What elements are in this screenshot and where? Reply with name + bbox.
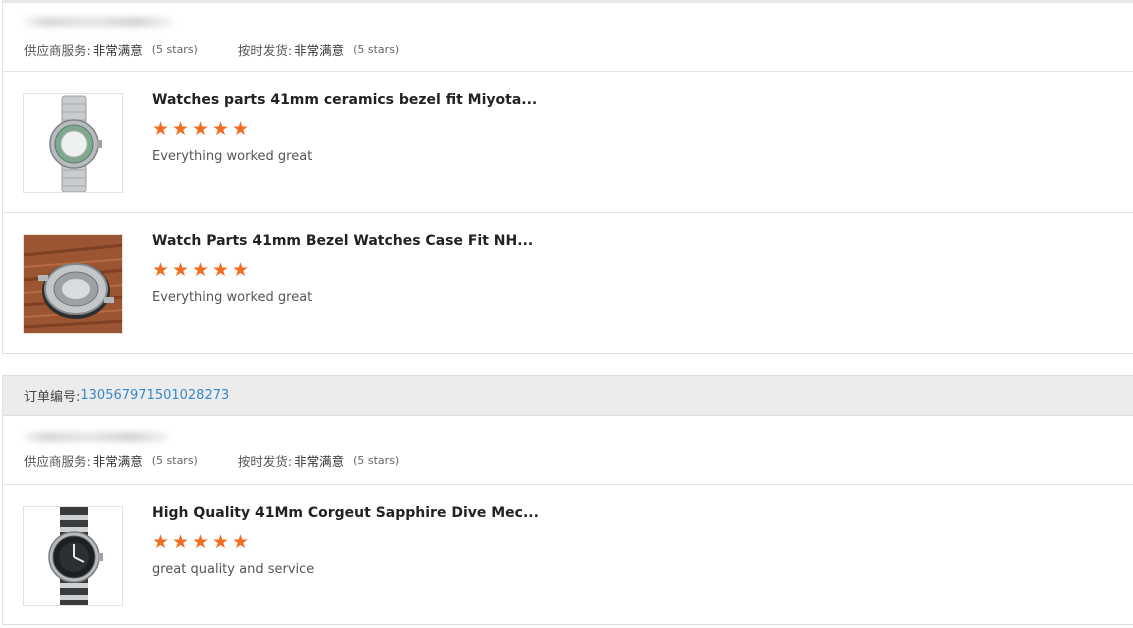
product-title-link[interactable]: High Quality 41Mm Corgeut Sapphire Dive … xyxy=(152,505,539,521)
star-icon: ★ xyxy=(171,259,190,281)
review-comment: great quality and service xyxy=(152,562,315,577)
order-block: 订单编号: 130567971501028273 供应商服务: 非常满意 (5 … xyxy=(2,375,1133,625)
star-icon: ★ xyxy=(151,118,170,140)
rating-stars: ★ ★ ★ ★ ★ xyxy=(151,533,250,552)
star-icon: ★ xyxy=(211,118,230,140)
watch-case-icon xyxy=(24,235,122,333)
order-block: 供应商服务: 非常满意 (5 stars) 按时发货: 非常满意 (5 star… xyxy=(2,0,1133,354)
product-thumbnail[interactable] xyxy=(23,93,123,193)
list-item: Watches parts 41mm ceramics bezel fit Mi… xyxy=(3,72,1133,212)
star-icon: ★ xyxy=(231,259,250,281)
star-icon: ★ xyxy=(211,531,230,553)
supplier-service-stars: (5 stars) xyxy=(151,453,198,467)
service-rating-row: 供应商服务: 非常满意 (5 stars) 按时发货: 非常满意 (5 star… xyxy=(24,450,399,470)
product-thumbnail[interactable] xyxy=(23,506,123,606)
star-icon: ★ xyxy=(191,531,210,553)
steel-watch-icon xyxy=(24,94,122,192)
shipping-label: 按时发货: xyxy=(237,453,293,469)
list-item: Watch Parts 41mm Bezel Watches Case Fit … xyxy=(3,213,1133,353)
shipping-label: 按时发货: xyxy=(237,42,293,58)
review-comment: Everything worked great xyxy=(152,149,313,164)
star-icon: ★ xyxy=(171,118,190,140)
shipping-value: 非常满意 xyxy=(294,42,345,58)
star-icon: ★ xyxy=(211,259,230,281)
nato-strap-watch-icon xyxy=(24,507,122,605)
star-icon: ★ xyxy=(151,259,170,281)
product-title-link[interactable]: Watches parts 41mm ceramics bezel fit Mi… xyxy=(152,92,537,108)
service-rating-row: 供应商服务: 非常满意 (5 stars) 按时发货: 非常满意 (5 star… xyxy=(24,39,399,59)
star-icon: ★ xyxy=(191,259,210,281)
supplier-service-label: 供应商服务: xyxy=(24,453,91,469)
shipping-stars: (5 stars) xyxy=(353,453,400,467)
blurred-buyer-name xyxy=(24,17,174,27)
list-item: High Quality 41Mm Corgeut Sapphire Dive … xyxy=(3,485,1133,625)
order-number-link[interactable]: 130567971501028273 xyxy=(80,388,229,403)
review-comment: Everything worked great xyxy=(152,290,313,305)
shipping-value: 非常满意 xyxy=(294,453,345,469)
order-header: 订单编号: 130567971501028273 xyxy=(3,376,1133,416)
supplier-service-value: 非常满意 xyxy=(92,453,143,469)
product-title-link[interactable]: Watch Parts 41mm Bezel Watches Case Fit … xyxy=(152,233,533,249)
shipping-stars: (5 stars) xyxy=(353,42,400,56)
star-icon: ★ xyxy=(231,531,250,553)
star-icon: ★ xyxy=(191,118,210,140)
supplier-service-label: 供应商服务: xyxy=(24,42,91,58)
rating-stars: ★ ★ ★ ★ ★ xyxy=(151,120,250,139)
supplier-service-stars: (5 stars) xyxy=(151,42,198,56)
product-thumbnail[interactable] xyxy=(23,234,123,334)
supplier-service-value: 非常满意 xyxy=(92,42,143,58)
order-number-label: 订单编号: xyxy=(24,390,81,405)
blurred-buyer-name xyxy=(24,432,169,442)
star-icon: ★ xyxy=(231,118,250,140)
feedback-page: 供应商服务: 非常满意 (5 stars) 按时发货: 非常满意 (5 star… xyxy=(0,0,1133,628)
star-icon: ★ xyxy=(171,531,190,553)
rating-stars: ★ ★ ★ ★ ★ xyxy=(151,261,250,280)
star-icon: ★ xyxy=(151,531,170,553)
